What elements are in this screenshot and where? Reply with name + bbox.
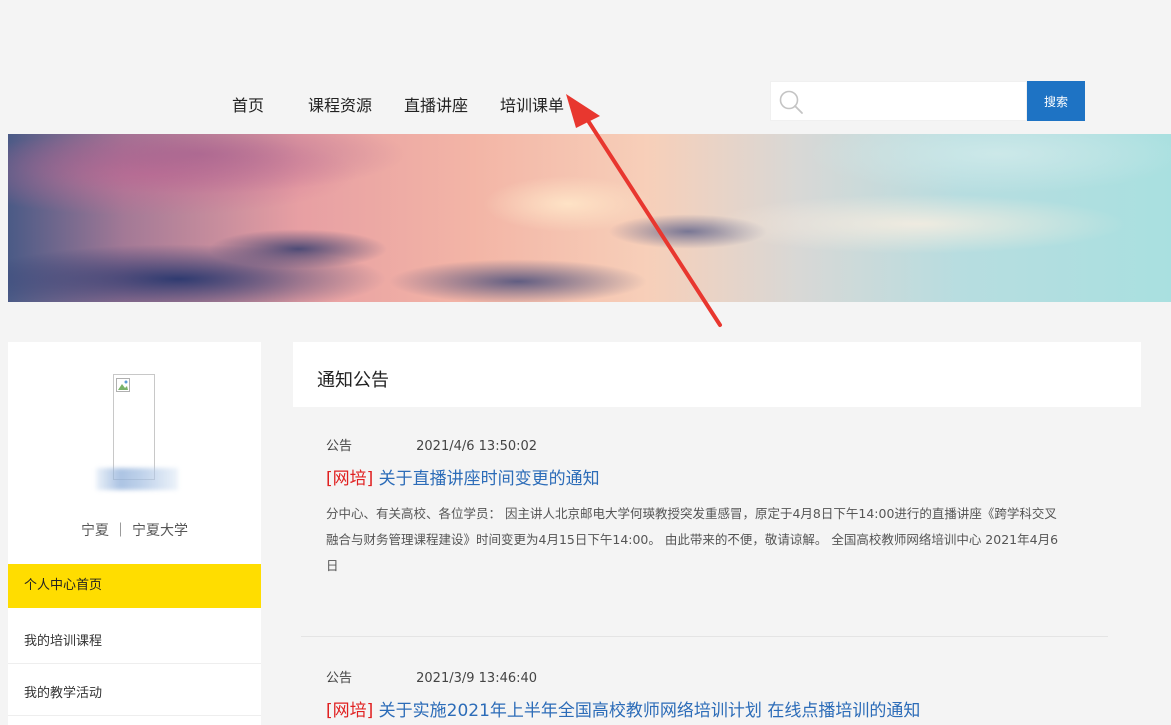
hero-banner (8, 134, 1171, 302)
nav-item-home[interactable]: 首页 (232, 92, 264, 116)
nav-item-course-resources[interactable]: 课程资源 (308, 92, 372, 116)
menu-item-my-courses[interactable]: 我的培训课程 (8, 620, 261, 664)
page-title: 通知公告 (317, 370, 389, 391)
menu-item-personal-home[interactable]: 个人中心首页 (8, 564, 261, 608)
notice-title-link[interactable]: [网培] 关于直播讲座时间变更的通知 (326, 464, 1116, 489)
search-box (770, 81, 1027, 121)
notice-body: 分中心、有关高校、各位学员： 因主讲人北京邮电大学何瑛教授突发重感冒，原定于4月… (326, 506, 1059, 573)
notice-tag: [网培] (326, 701, 374, 721)
notice-type: 公告 (326, 439, 353, 454)
notice-panel-header: 通知公告 (293, 342, 1141, 407)
notice-title[interactable]: 关于实施2021年上半年全国高校教师网络培训计划 在线点播培训的通知 (379, 701, 921, 721)
notice-date: 2021/3/9 13:46:40 (416, 671, 538, 686)
notice-item: 公告 2021/4/6 13:50:02 [网培] 关于直播讲座时间变更的通知 … (326, 435, 1116, 579)
search-input[interactable] (813, 86, 1021, 116)
user-location: 宁夏 ｜ 宁夏大学 (81, 523, 188, 539)
notice-type: 公告 (326, 671, 353, 686)
menu-item-my-activities[interactable]: 我的教学活动 (8, 672, 261, 716)
broken-image-icon (116, 377, 130, 392)
user-sidebar: 宁夏 ｜ 宁夏大学 个人中心首页 我的培训课程 我的教学活动 (8, 342, 261, 725)
nav-item-training-list[interactable]: 培训课单 (500, 92, 564, 116)
search-icon (777, 88, 805, 116)
user-name-blurred (96, 468, 178, 490)
notice-title[interactable]: 关于直播讲座时间变更的通知 (379, 469, 600, 489)
notice-meta: 公告 2021/4/6 13:50:02 (326, 435, 1116, 457)
avatar (113, 374, 155, 480)
notice-divider (301, 636, 1108, 637)
nav-item-live-lectures[interactable]: 直播讲座 (404, 92, 468, 116)
notice-item: 公告 2021/3/9 13:46:40 [网培] 关于实施2021年上半年全国… (326, 667, 1116, 721)
search-button[interactable]: 搜索 (1027, 81, 1085, 121)
notice-title-link[interactable]: [网培] 关于实施2021年上半年全国高校教师网络培训计划 在线点播培训的通知 (326, 696, 1116, 721)
notice-date: 2021/4/6 13:50:02 (416, 439, 538, 454)
notice-tag: [网培] (326, 469, 374, 489)
notice-meta: 公告 2021/3/9 13:46:40 (326, 667, 1116, 689)
site-header: 首页 课程资源 直播讲座 培训课单 搜索 (0, 0, 1171, 134)
